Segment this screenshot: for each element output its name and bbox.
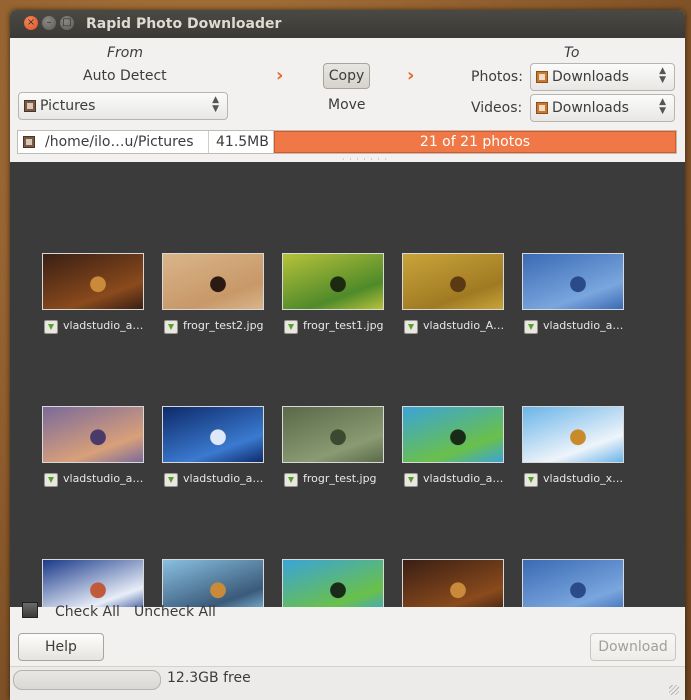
select-all-checkbox[interactable] [22, 602, 38, 618]
thumbnail-image[interactable] [282, 406, 384, 463]
downloads-folder-icon [536, 102, 548, 114]
uncheck-all-button[interactable]: Uncheck All [134, 604, 216, 620]
photos-destination-value: Downloads [552, 69, 629, 85]
thumbnail-filename: frogr_test1.jpg [303, 319, 384, 332]
thumbnail-filename: vladstudio_x… [543, 472, 624, 485]
app-window: × – □ Rapid Photo Downloader From Auto D… [10, 10, 685, 700]
folder-icon [23, 136, 35, 148]
download-status-icon[interactable] [404, 473, 418, 487]
move-button[interactable]: Move [328, 97, 366, 113]
copy-button[interactable]: Copy [323, 63, 370, 89]
thumbnail-image[interactable] [402, 559, 504, 607]
thumbnail-filename: vladstudio_a… [63, 472, 144, 485]
downloads-folder-icon [536, 71, 548, 83]
videos-destination-value: Downloads [552, 100, 629, 116]
thumbnail-image[interactable] [402, 406, 504, 463]
thumbnail-image[interactable] [162, 253, 264, 310]
combo-arrows-icon: ▲ ▼ [659, 97, 666, 116]
thumbnail-filename: frogr_test2.jpg [183, 319, 264, 332]
source-path: /home/ilo…u/Pictures [45, 134, 194, 150]
combo-arrows-icon: ▲ ▼ [659, 66, 666, 85]
thumbnail-filename: vladstudio_a… [63, 319, 144, 332]
progress-label: 21 of 21 photos [419, 134, 531, 150]
source-combo-value: Pictures [40, 98, 96, 114]
thumbnail-image[interactable] [402, 253, 504, 310]
thumbnail-image[interactable] [42, 559, 144, 607]
title-bar[interactable]: × – □ Rapid Photo Downloader [10, 10, 685, 38]
download-button[interactable]: Download [590, 633, 676, 661]
status-bar: 12.3GB free [10, 666, 685, 700]
thumbnail-image[interactable] [162, 559, 264, 607]
window-title: Rapid Photo Downloader [86, 16, 282, 32]
download-status-icon[interactable] [44, 473, 58, 487]
minimize-window-button[interactable]: – [42, 16, 56, 30]
thumbnail-image[interactable] [42, 253, 144, 310]
download-status-icon[interactable] [284, 473, 298, 487]
combo-arrows-icon: ▲ ▼ [212, 95, 219, 114]
thumbnail-image[interactable] [282, 253, 384, 310]
videos-destination-combo[interactable]: Downloads ▲ ▼ [530, 94, 675, 122]
from-label: From [107, 45, 144, 61]
thumbnail-filename: frogr_test.jpg [303, 472, 377, 485]
download-progress-bar: 21 of 21 photos [274, 131, 676, 153]
auto-detect-label: Auto Detect [83, 68, 167, 84]
close-window-button[interactable]: × [24, 16, 38, 30]
download-status-icon[interactable] [524, 473, 538, 487]
chevron-right-icon: › [407, 65, 415, 86]
thumbnail-filename: vladstudio_a… [183, 472, 264, 485]
download-status-icon[interactable] [524, 320, 538, 334]
divider [208, 131, 209, 153]
download-status-icon[interactable] [164, 473, 178, 487]
thumbnail-image[interactable] [282, 559, 384, 607]
folder-icon [24, 100, 36, 112]
thumbnail-image[interactable] [522, 253, 624, 310]
thumbnail-gallery[interactable]: vladstudio_a… frogr_test2.jpg frogr_test1.… [10, 162, 685, 607]
source-size: 41.5MB [216, 134, 269, 150]
videos-label: Videos: [471, 100, 523, 116]
download-status-icon[interactable] [404, 320, 418, 334]
source-combo[interactable]: Pictures ▲ ▼ [18, 92, 228, 120]
free-space-label: 12.3GB free [167, 670, 251, 686]
device-bar: /home/ilo…u/Pictures 41.5MB 21 of 21 pho… [17, 130, 677, 154]
thumbnail-filename: vladstudio_a… [423, 472, 504, 485]
to-label: To [564, 45, 580, 61]
storage-progress-bar [13, 670, 161, 690]
thumbnail-image[interactable] [522, 559, 624, 607]
check-all-button[interactable]: Check All [55, 604, 120, 620]
download-status-icon[interactable] [284, 320, 298, 334]
thumbnail-image[interactable] [162, 406, 264, 463]
maximize-window-button[interactable]: □ [60, 16, 74, 30]
download-status-icon[interactable] [44, 320, 58, 334]
photos-destination-combo[interactable]: Downloads ▲ ▼ [530, 63, 675, 91]
download-status-icon[interactable] [164, 320, 178, 334]
resize-grip[interactable] [669, 685, 679, 695]
thumbnail-image[interactable] [522, 406, 624, 463]
chevron-right-icon: › [276, 65, 284, 86]
thumbnail-image[interactable] [42, 406, 144, 463]
thumbnail-filename: vladstudio_A… [423, 319, 505, 332]
thumbnail-filename: vladstudio_a… [543, 319, 624, 332]
photos-label: Photos: [471, 69, 523, 85]
help-button[interactable]: Help [18, 633, 104, 661]
